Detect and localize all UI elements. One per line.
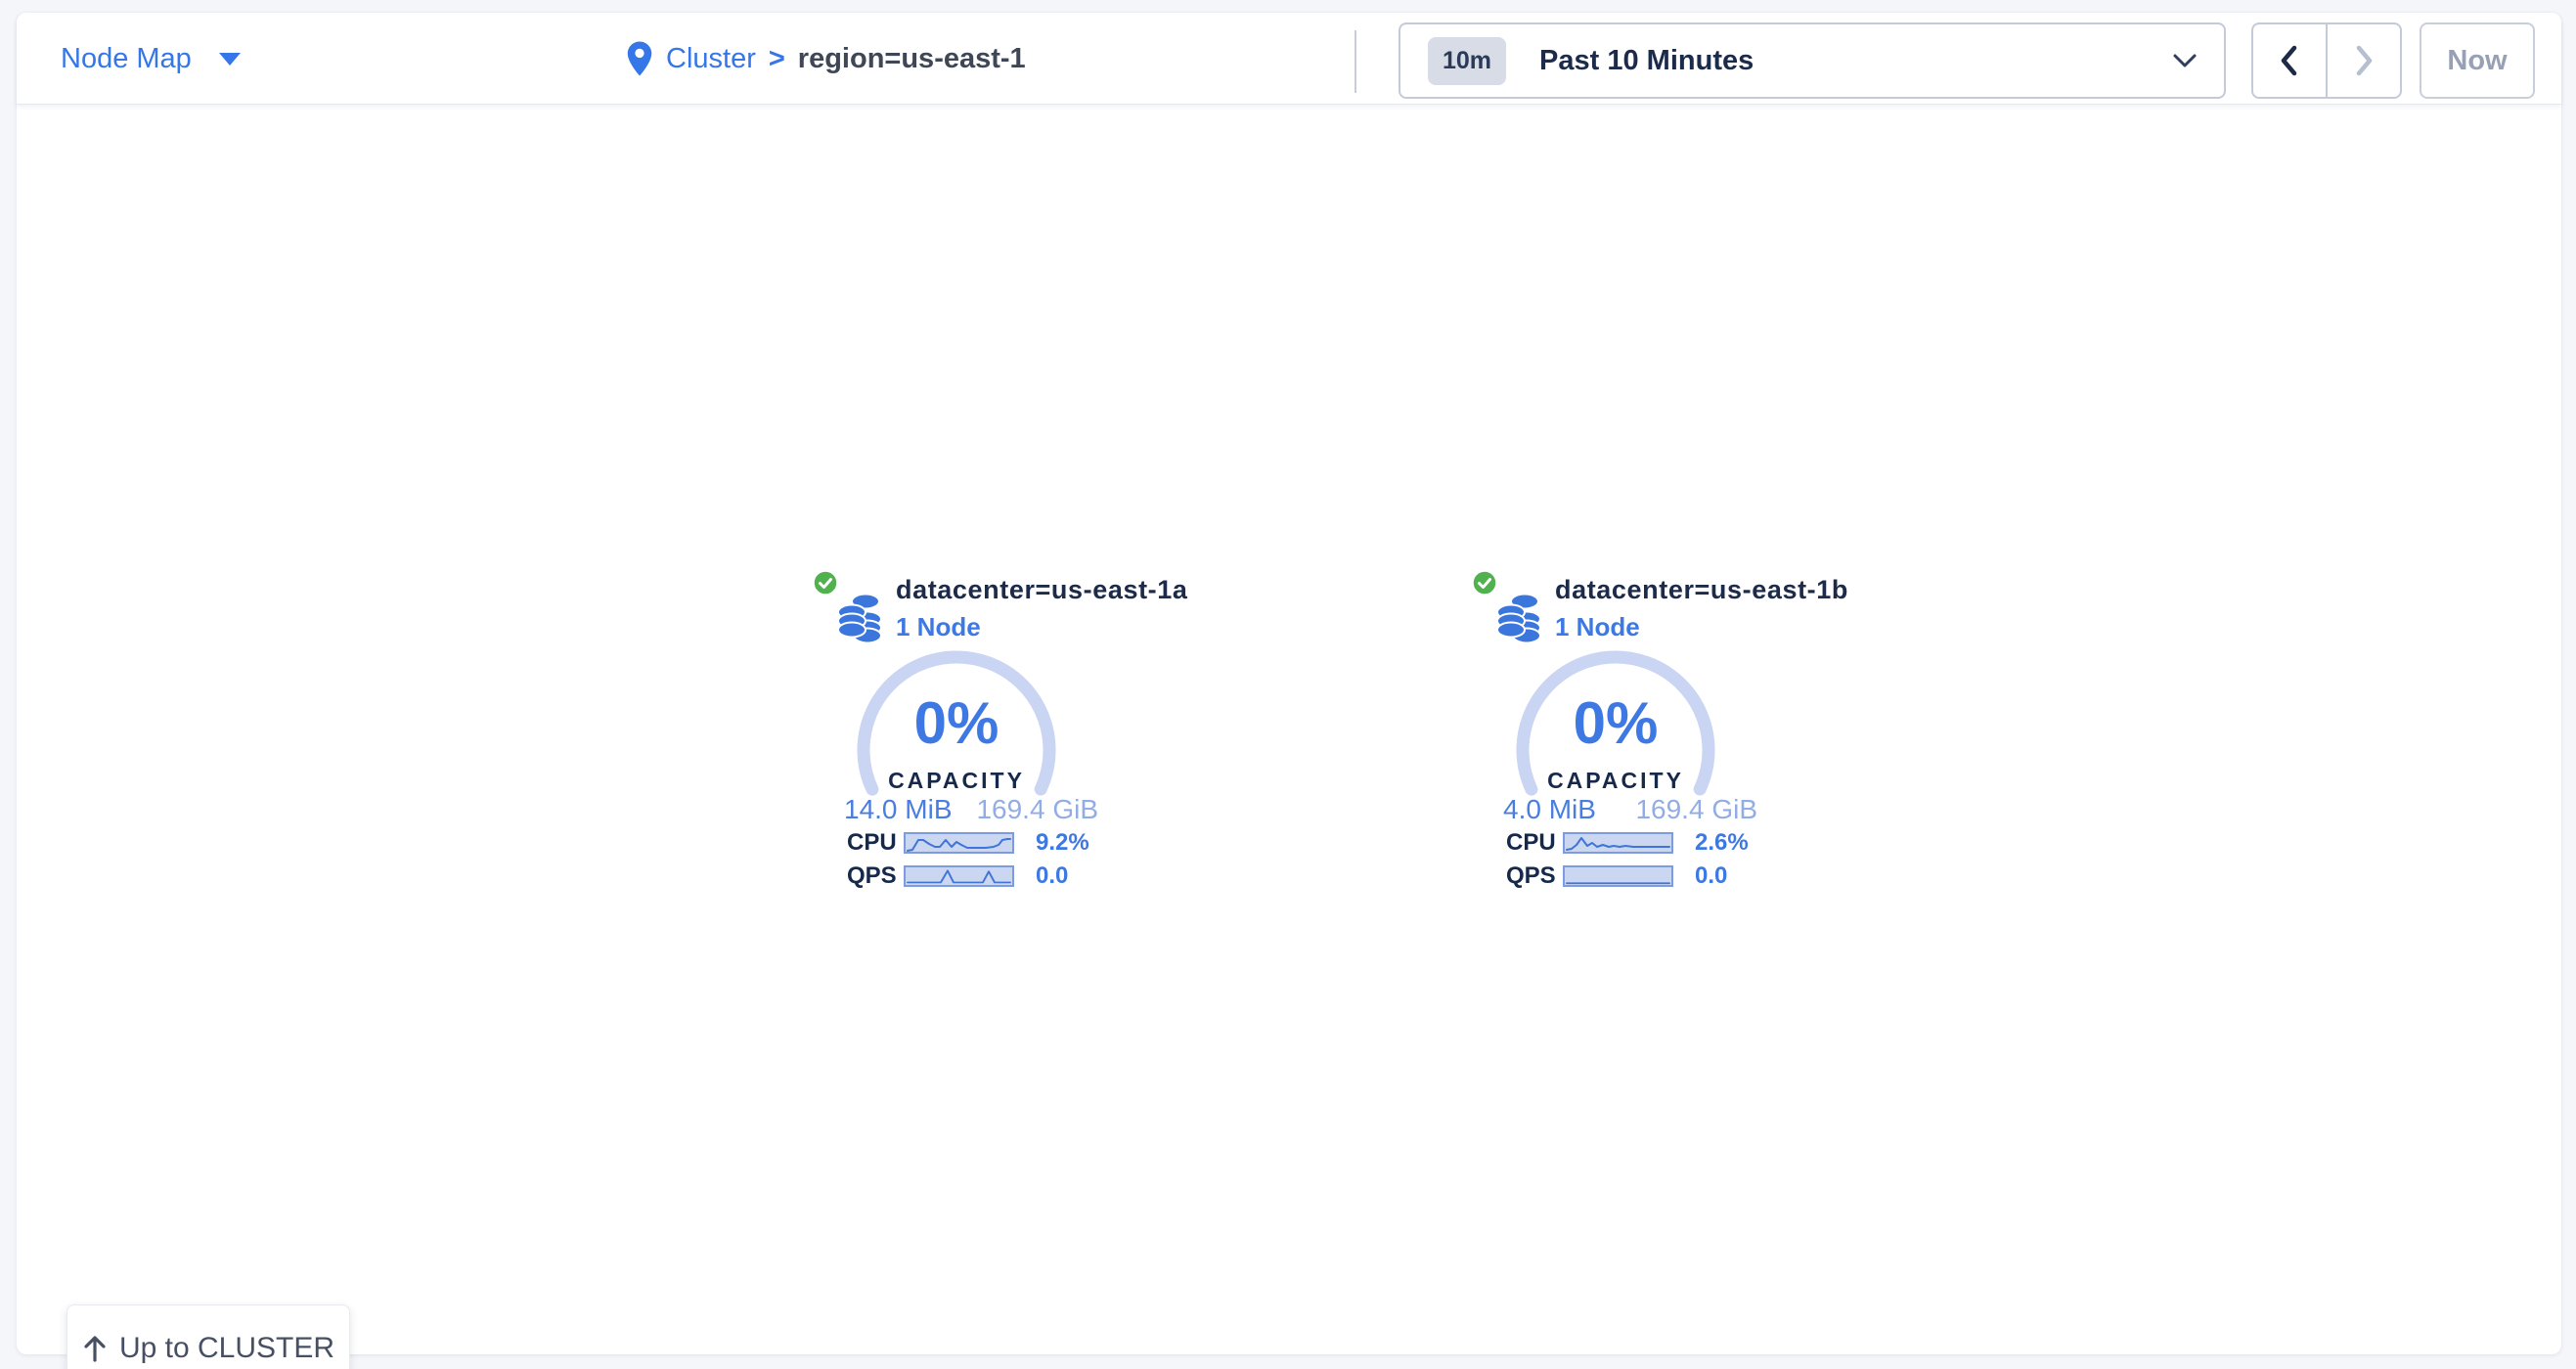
database-stack-icon [837, 591, 882, 643]
breadcrumb-current: region=us-east-1 [798, 43, 1026, 75]
datacenter-title: datacenter=us-east-1b [1555, 575, 1848, 605]
time-range-selector[interactable]: 10m Past 10 Minutes [1399, 22, 2226, 99]
datacenter-header: datacenter=us-east-1b 1 Node [1555, 575, 1848, 642]
capacity-values: 4.0 MiB 169.4 GiB [1503, 794, 1757, 825]
metric-value: 0.0 [1695, 862, 1727, 890]
capacity-label: CAPACITY [1508, 768, 1723, 794]
view-selector-dropdown[interactable]: Node Map [61, 13, 241, 105]
capacity-used: 4.0 MiB [1503, 794, 1596, 825]
metric-value: 0.0 [1036, 862, 1068, 890]
capacity-percent: 0% [849, 689, 1064, 757]
capacity-label: CAPACITY [849, 768, 1064, 794]
metric-label: CPU [1506, 829, 1563, 857]
chevron-right-icon [2351, 44, 2376, 77]
capacity-total: 169.4 GiB [1635, 794, 1757, 825]
breadcrumb: Cluster > region=us-east-1 [626, 13, 1026, 105]
header-divider [1355, 30, 1356, 93]
prev-time-button[interactable] [2253, 24, 2328, 97]
up-arrow-icon [82, 1334, 108, 1363]
now-button[interactable]: Now [2420, 22, 2535, 99]
capacity-gauge: 0% CAPACITY [849, 642, 1064, 858]
metric-row-cpu: CPU 2.6% [1506, 832, 1799, 854]
metrics-list: CPU 2.6% QPS [1506, 832, 1799, 899]
caret-down-icon [219, 53, 241, 66]
view-selector-label: Node Map [61, 43, 192, 75]
node-count: 1 Node [1555, 612, 1848, 642]
datacenter-title: datacenter=us-east-1a [896, 575, 1188, 605]
datacenter-card-us-east-1a[interactable]: datacenter=us-east-1a 1 Node 0% CAPACITY… [802, 559, 1174, 923]
metrics-list: CPU 9.2% QPS [847, 832, 1140, 899]
chevron-left-icon [2277, 44, 2302, 77]
cpu-sparkline [904, 832, 1014, 854]
node-map-canvas: datacenter=us-east-1a 1 Node 0% CAPACITY… [17, 105, 2561, 1354]
database-stack-icon [1496, 591, 1541, 643]
capacity-values: 14.0 MiB 169.4 GiB [844, 794, 1098, 825]
metric-value: 9.2% [1036, 829, 1089, 857]
metric-label: QPS [847, 862, 904, 890]
breadcrumb-separator: > [769, 43, 785, 75]
up-to-cluster-label: Up to CLUSTER [119, 1332, 334, 1365]
metric-label: QPS [1506, 862, 1563, 890]
qps-sparkline [904, 865, 1014, 887]
status-healthy-icon [1471, 569, 1498, 596]
time-range-badge: 10m [1428, 37, 1506, 85]
datacenter-card-us-east-1b[interactable]: datacenter=us-east-1b 1 Node 0% CAPACITY… [1461, 559, 1833, 923]
header-bar: Node Map Cluster > region=us-east-1 10m … [17, 13, 2561, 105]
capacity-total: 169.4 GiB [976, 794, 1098, 825]
capacity-used: 14.0 MiB [844, 794, 953, 825]
content-panel: Node Map Cluster > region=us-east-1 10m … [17, 13, 2561, 1354]
metric-row-cpu: CPU 9.2% [847, 832, 1140, 854]
metric-label: CPU [847, 829, 904, 857]
metric-row-qps: QPS 0.0 [1506, 865, 1799, 887]
datacenter-header: datacenter=us-east-1a 1 Node [896, 575, 1188, 642]
time-range-label: Past 10 Minutes [1539, 45, 1754, 77]
metric-row-qps: QPS 0.0 [847, 865, 1140, 887]
capacity-percent: 0% [1508, 689, 1723, 757]
time-nav-group [2251, 22, 2402, 99]
qps-sparkline [1563, 865, 1673, 887]
breadcrumb-cluster-link[interactable]: Cluster [666, 43, 756, 75]
capacity-gauge: 0% CAPACITY [1508, 642, 1723, 858]
up-to-cluster-button[interactable]: Up to CLUSTER [67, 1304, 350, 1369]
node-map-screen: Node Map Cluster > region=us-east-1 10m … [0, 0, 2576, 1369]
metric-value: 2.6% [1695, 829, 1749, 857]
status-healthy-icon [812, 569, 839, 596]
cpu-sparkline [1563, 832, 1673, 854]
node-count: 1 Node [896, 612, 1188, 642]
chevron-down-icon [2173, 54, 2197, 68]
next-time-button[interactable] [2328, 24, 2400, 97]
location-pin-icon [626, 40, 653, 77]
